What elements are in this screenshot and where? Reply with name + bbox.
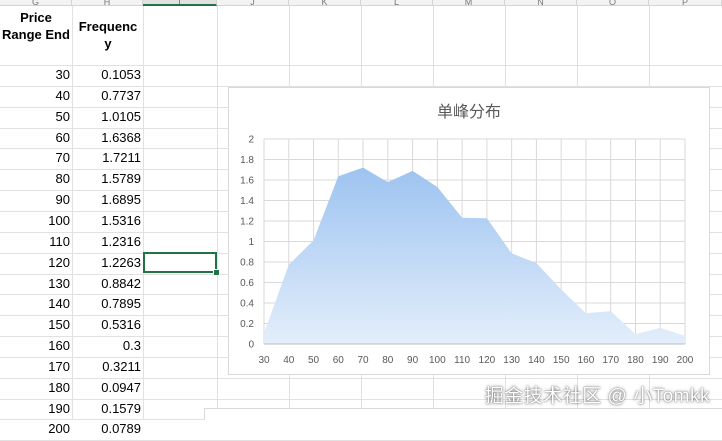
x-tick-label: 200: [677, 355, 694, 366]
y-tick-label: 1.4: [240, 196, 254, 207]
cell-frequency[interactable]: 1.6368: [72, 128, 141, 148]
cell-frequency[interactable]: 0.7895: [72, 294, 141, 314]
x-tick-label: 140: [528, 355, 545, 366]
x-tick-label: 110: [454, 355, 470, 366]
cell-frequency[interactable]: 1.5789: [72, 169, 141, 189]
x-tick-label: 50: [308, 355, 320, 366]
cell-frequency[interactable]: 0.5316: [72, 315, 141, 335]
x-tick-label: 190: [652, 355, 669, 366]
column-header-l[interactable]: L: [361, 0, 433, 6]
cell-frequency[interactable]: 0.0947: [72, 378, 141, 398]
cell-price-range-end[interactable]: 120: [0, 253, 70, 273]
cell-frequency[interactable]: 1.2263: [72, 253, 141, 273]
cell-price-range-end[interactable]: 110: [0, 232, 70, 252]
cell-price-range-end[interactable]: 40: [0, 86, 70, 106]
partial-shape: [204, 408, 722, 420]
cell-frequency[interactable]: 1.6895: [72, 190, 141, 210]
column-header-k[interactable]: K: [289, 0, 361, 6]
header-frequency[interactable]: Frequency: [76, 18, 140, 58]
x-tick-label: 180: [627, 355, 644, 366]
y-tick-label: 1: [248, 237, 254, 248]
column-header-j[interactable]: J: [217, 0, 289, 6]
cell-price-range-end[interactable]: 170: [0, 357, 70, 377]
column-header-p[interactable]: P: [649, 0, 722, 6]
cell-price-range-end[interactable]: 140: [0, 294, 70, 314]
cell-frequency[interactable]: 0.7737: [72, 86, 141, 106]
x-tick-label: 100: [429, 355, 446, 366]
y-tick-label: 1.2: [240, 217, 254, 228]
cell-frequency[interactable]: 1.7211: [72, 148, 141, 168]
x-tick-label: 60: [333, 355, 345, 366]
cell-frequency[interactable]: 1.2316: [72, 232, 141, 252]
y-tick-label: 1.8: [240, 155, 254, 166]
x-tick-label: 150: [553, 355, 570, 366]
cell-frequency[interactable]: 0.3: [72, 336, 141, 356]
spreadsheet: G H I J K L M N O P Price Range End Freq…: [0, 0, 722, 419]
cell-price-range-end[interactable]: 190: [0, 399, 70, 419]
cell-price-range-end[interactable]: 150: [0, 315, 70, 335]
cell-price-range-end[interactable]: 80: [0, 169, 70, 189]
cell-price-range-end[interactable]: 100: [0, 211, 70, 231]
cell-frequency[interactable]: 0.0789: [72, 419, 141, 439]
x-tick-label: 120: [479, 355, 496, 366]
column-header-m[interactable]: M: [433, 0, 505, 6]
cell-price-range-end[interactable]: 70: [0, 148, 70, 168]
watermark-text: 掘金技术社区 @ 小Tomkk: [485, 381, 710, 408]
cell-price-range-end[interactable]: 30: [0, 65, 70, 85]
cell-frequency[interactable]: 1.0105: [72, 107, 141, 127]
column-header-g[interactable]: G: [0, 0, 72, 6]
header-price-range-end[interactable]: Price Range End: [0, 9, 72, 65]
cell-frequency[interactable]: 0.3211: [72, 357, 141, 377]
column-header-n[interactable]: N: [505, 0, 577, 6]
cell-frequency[interactable]: 0.8842: [72, 274, 141, 294]
x-tick-label: 160: [578, 355, 595, 366]
y-tick-label: 2: [248, 135, 254, 146]
cell-frequency[interactable]: 0.1053: [72, 65, 141, 85]
y-tick-label: 0.2: [240, 319, 254, 330]
x-tick-label: 30: [258, 355, 270, 366]
x-tick-label: 170: [602, 355, 619, 366]
x-tick-label: 40: [283, 355, 295, 366]
x-tick-label: 80: [382, 355, 394, 366]
column-header-h[interactable]: H: [72, 0, 143, 6]
y-tick-label: 0.8: [240, 258, 254, 269]
area-chart[interactable]: 单峰分布 00.20.40.60.811.21.41.61.8230405060…: [228, 87, 710, 375]
y-tick-label: 1.6: [240, 176, 254, 187]
cell-price-range-end[interactable]: 60: [0, 128, 70, 148]
cell-price-range-end[interactable]: 160: [0, 336, 70, 356]
y-tick-label: 0.6: [240, 278, 254, 289]
cell-price-range-end[interactable]: 200: [0, 419, 70, 439]
x-tick-label: 70: [357, 355, 369, 366]
cell-price-range-end[interactable]: 50: [0, 107, 70, 127]
y-tick-label: 0.4: [240, 299, 254, 310]
chart-plot: 0 0.2 0.4 0.6 0.8 1 1.2 1.4 1.6 1.8 2 30 40 50 60 70 80 9…: [229, 88, 711, 376]
area-series[interactable]: [264, 168, 685, 344]
fill-handle[interactable]: [213, 269, 220, 276]
x-tick-label: 130: [503, 355, 520, 366]
cell-frequency[interactable]: 0.1579: [72, 399, 141, 419]
selected-cell-i13[interactable]: [143, 252, 217, 273]
cell-frequency[interactable]: 1.5316: [72, 211, 141, 231]
x-tick-label: 90: [407, 355, 419, 366]
cell-price-range-end[interactable]: 90: [0, 190, 70, 210]
y-tick-label: 0: [248, 340, 254, 351]
column-header-i[interactable]: I: [143, 0, 217, 6]
cell-price-range-end[interactable]: 130: [0, 274, 70, 294]
cell-price-range-end[interactable]: 180: [0, 378, 70, 398]
column-header-o[interactable]: O: [577, 0, 649, 6]
